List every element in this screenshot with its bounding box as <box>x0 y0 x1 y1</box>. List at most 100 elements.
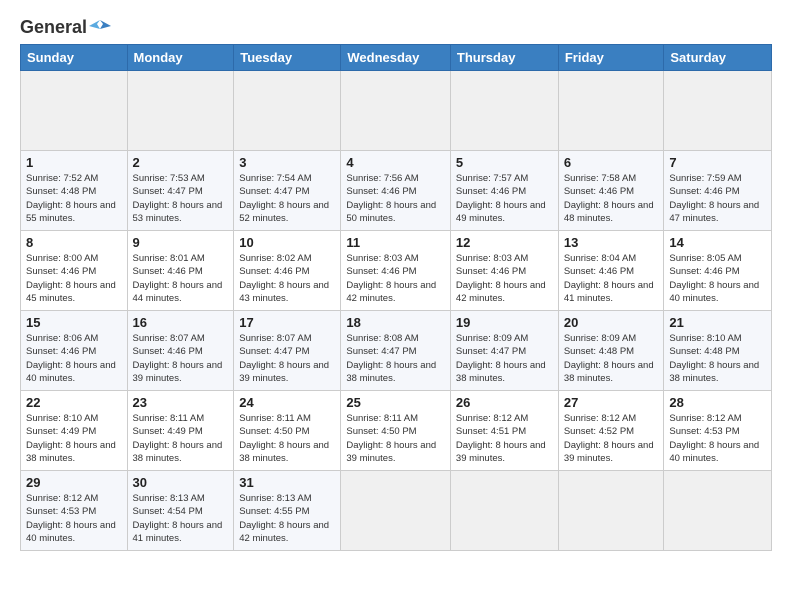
calendar-day-header: Sunday <box>21 45 128 71</box>
day-number: 15 <box>26 315 122 330</box>
day-info: Sunrise: 8:04 AMSunset: 4:46 PMDaylight:… <box>564 252 659 305</box>
day-info: Sunrise: 8:02 AMSunset: 4:46 PMDaylight:… <box>239 252 335 305</box>
day-info: Sunrise: 8:01 AMSunset: 4:46 PMDaylight:… <box>133 252 229 305</box>
calendar-cell: 2 Sunrise: 7:53 AMSunset: 4:47 PMDaylight… <box>127 151 234 231</box>
calendar-cell: 12Sunrise: 8:03 AMSunset: 4:46 PMDayligh… <box>450 231 558 311</box>
calendar-cell: 26 Sunrise: 8:12 AMSunset: 4:51 PMDayligh… <box>450 391 558 471</box>
day-number: 25 <box>346 395 445 410</box>
calendar-cell: 19 Sunrise: 8:09 AMSunset: 4:47 PMDayligh… <box>450 311 558 391</box>
day-info: Sunrise: 8:12 AMSunset: 4:53 PMDaylight:… <box>26 492 122 545</box>
day-number: 22 <box>26 395 122 410</box>
calendar-week-row: 22 Sunrise: 8:10 AMSunset: 4:49 PMDayligh… <box>21 391 772 471</box>
day-number: 13 <box>564 235 659 250</box>
day-number: 17 <box>239 315 335 330</box>
day-number: 27 <box>564 395 659 410</box>
calendar-cell <box>127 71 234 151</box>
day-number: 26 <box>456 395 553 410</box>
day-info: Sunrise: 8:08 AMSunset: 4:47 PMDaylight:… <box>346 332 445 385</box>
day-info: Sunrise: 8:11 AMSunset: 4:50 PMDaylight:… <box>239 412 335 465</box>
day-info: Sunrise: 7:59 AMSunset: 4:46 PMDaylight:… <box>669 172 766 225</box>
calendar-cell: 24 Sunrise: 8:11 AMSunset: 4:50 PMDayligh… <box>234 391 341 471</box>
day-number: 10 <box>239 235 335 250</box>
day-number: 14 <box>669 235 766 250</box>
day-number: 8 <box>26 235 122 250</box>
day-info: Sunrise: 8:10 AMSunset: 4:49 PMDaylight:… <box>26 412 122 465</box>
calendar-cell: 11 Sunrise: 8:03 AMSunset: 4:46 PMDayligh… <box>341 231 451 311</box>
day-number: 3 <box>239 155 335 170</box>
calendar-cell: 20 Sunrise: 8:09 AMSunset: 4:48 PMDayligh… <box>558 311 664 391</box>
day-number: 20 <box>564 315 659 330</box>
day-info: Sunrise: 8:03 AMSunset: 4:46 PMDaylight:… <box>346 252 445 305</box>
day-number: 4 <box>346 155 445 170</box>
calendar-cell: 15 Sunrise: 8:06 AMSunset: 4:46 PMDayligh… <box>21 311 128 391</box>
calendar-cell: 31 Sunrise: 8:13 AMSunset: 4:55 PMDayligh… <box>234 471 341 551</box>
calendar-day-header: Wednesday <box>341 45 451 71</box>
day-number: 19 <box>456 315 553 330</box>
calendar-cell: 3 Sunrise: 7:54 AMSunset: 4:47 PMDaylight… <box>234 151 341 231</box>
calendar-cell: 17Sunrise: 8:07 AMSunset: 4:47 PMDayligh… <box>234 311 341 391</box>
day-info: Sunrise: 8:07 AMSunset: 4:46 PMDaylight:… <box>133 332 229 385</box>
day-number: 12 <box>456 235 553 250</box>
calendar-cell <box>234 71 341 151</box>
calendar-cell: 7 Sunrise: 7:59 AMSunset: 4:46 PMDaylight… <box>664 151 772 231</box>
day-info: Sunrise: 7:56 AMSunset: 4:46 PMDaylight:… <box>346 172 445 225</box>
day-info: Sunrise: 8:11 AMSunset: 4:50 PMDaylight:… <box>346 412 445 465</box>
calendar-cell: 25 Sunrise: 8:11 AMSunset: 4:50 PMDayligh… <box>341 391 451 471</box>
day-number: 18 <box>346 315 445 330</box>
day-number: 29 <box>26 475 122 490</box>
day-number: 9 <box>133 235 229 250</box>
day-info: Sunrise: 8:09 AMSunset: 4:47 PMDaylight:… <box>456 332 553 385</box>
calendar-cell: 14Sunrise: 8:05 AMSunset: 4:46 PMDayligh… <box>664 231 772 311</box>
calendar-cell: 22 Sunrise: 8:10 AMSunset: 4:49 PMDayligh… <box>21 391 128 471</box>
calendar-cell: 21Sunrise: 8:10 AMSunset: 4:48 PMDayligh… <box>664 311 772 391</box>
calendar-cell <box>664 71 772 151</box>
day-info: Sunrise: 8:12 AMSunset: 4:53 PMDaylight:… <box>669 412 766 465</box>
day-number: 24 <box>239 395 335 410</box>
day-info: Sunrise: 7:53 AMSunset: 4:47 PMDaylight:… <box>133 172 229 225</box>
calendar-day-header: Tuesday <box>234 45 341 71</box>
day-info: Sunrise: 8:00 AMSunset: 4:46 PMDaylight:… <box>26 252 122 305</box>
calendar-table: SundayMondayTuesdayWednesdayThursdayFrid… <box>20 44 772 551</box>
calendar-header-row: SundayMondayTuesdayWednesdayThursdayFrid… <box>21 45 772 71</box>
calendar-cell: 30Sunrise: 8:13 AMSunset: 4:54 PMDayligh… <box>127 471 234 551</box>
day-number: 5 <box>456 155 553 170</box>
logo-bird-icon <box>89 16 111 38</box>
calendar-cell <box>450 71 558 151</box>
calendar-week-row: 15 Sunrise: 8:06 AMSunset: 4:46 PMDayligh… <box>21 311 772 391</box>
header: General <box>20 16 772 34</box>
calendar-cell <box>341 471 451 551</box>
calendar-cell: 29 Sunrise: 8:12 AMSunset: 4:53 PMDayligh… <box>21 471 128 551</box>
day-info: Sunrise: 8:13 AMSunset: 4:55 PMDaylight:… <box>239 492 335 545</box>
day-info: Sunrise: 8:09 AMSunset: 4:48 PMDaylight:… <box>564 332 659 385</box>
day-info: Sunrise: 7:57 AMSunset: 4:46 PMDaylight:… <box>456 172 553 225</box>
page: General SundayMondayTuesdayWednesdayThur… <box>0 0 792 612</box>
calendar-cell <box>450 471 558 551</box>
day-info: Sunrise: 8:12 AMSunset: 4:52 PMDaylight:… <box>564 412 659 465</box>
calendar-cell <box>558 471 664 551</box>
calendar-cell: 27 Sunrise: 8:12 AMSunset: 4:52 PMDayligh… <box>558 391 664 471</box>
day-info: Sunrise: 8:12 AMSunset: 4:51 PMDaylight:… <box>456 412 553 465</box>
calendar-cell: 10 Sunrise: 8:02 AMSunset: 4:46 PMDayligh… <box>234 231 341 311</box>
day-number: 1 <box>26 155 122 170</box>
day-number: 28 <box>669 395 766 410</box>
day-number: 2 <box>133 155 229 170</box>
calendar-cell <box>558 71 664 151</box>
day-number: 7 <box>669 155 766 170</box>
calendar-cell: 9 Sunrise: 8:01 AMSunset: 4:46 PMDaylight… <box>127 231 234 311</box>
day-info: Sunrise: 7:52 AMSunset: 4:48 PMDaylight:… <box>26 172 122 225</box>
calendar-cell: 13 Sunrise: 8:04 AMSunset: 4:46 PMDayligh… <box>558 231 664 311</box>
calendar-cell: 6Sunrise: 7:58 AMSunset: 4:46 PMDaylight… <box>558 151 664 231</box>
calendar-week-row: 29 Sunrise: 8:12 AMSunset: 4:53 PMDayligh… <box>21 471 772 551</box>
day-number: 31 <box>239 475 335 490</box>
calendar-cell: 5 Sunrise: 7:57 AMSunset: 4:46 PMDaylight… <box>450 151 558 231</box>
calendar-day-header: Thursday <box>450 45 558 71</box>
day-info: Sunrise: 7:54 AMSunset: 4:47 PMDaylight:… <box>239 172 335 225</box>
day-number: 11 <box>346 235 445 250</box>
calendar-day-header: Monday <box>127 45 234 71</box>
calendar-cell: 4 Sunrise: 7:56 AMSunset: 4:46 PMDaylight… <box>341 151 451 231</box>
calendar-cell: 8 Sunrise: 8:00 AMSunset: 4:46 PMDaylight… <box>21 231 128 311</box>
calendar-week-row: 8 Sunrise: 8:00 AMSunset: 4:46 PMDaylight… <box>21 231 772 311</box>
calendar-cell: 16Sunrise: 8:07 AMSunset: 4:46 PMDayligh… <box>127 311 234 391</box>
calendar-cell <box>341 71 451 151</box>
day-info: Sunrise: 8:06 AMSunset: 4:46 PMDaylight:… <box>26 332 122 385</box>
